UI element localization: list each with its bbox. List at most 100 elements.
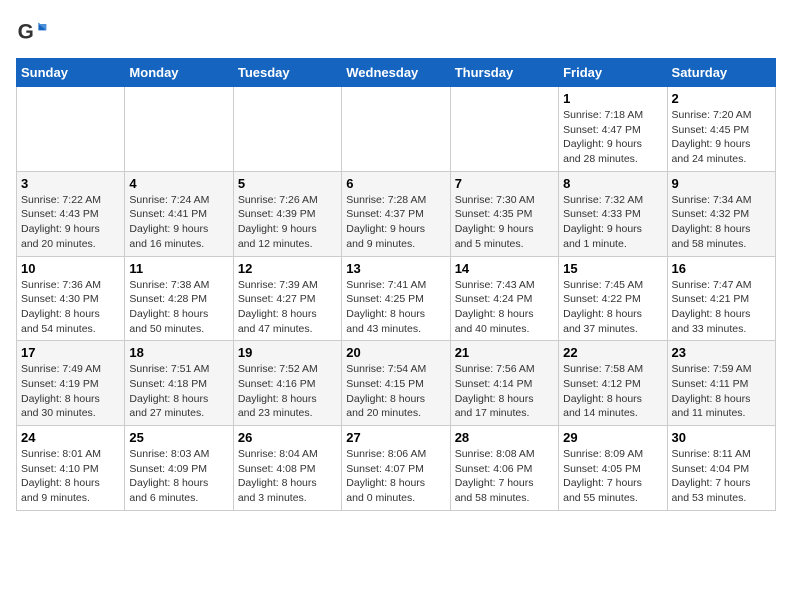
day-number: 27 <box>346 430 445 445</box>
day-info: Sunrise: 7:32 AM Sunset: 4:33 PM Dayligh… <box>563 193 662 252</box>
calendar-cell: 26 Sunrise: 8:04 AM Sunset: 4:08 PM Dayli… <box>233 426 341 511</box>
day-info: Sunrise: 7:43 AM Sunset: 4:24 PM Dayligh… <box>455 278 554 337</box>
day-info: Sunrise: 8:04 AM Sunset: 4:08 PM Dayligh… <box>238 447 337 506</box>
day-info: Sunrise: 7:20 AM Sunset: 4:45 PM Dayligh… <box>672 108 771 167</box>
day-info: Sunrise: 7:51 AM Sunset: 4:18 PM Dayligh… <box>129 362 228 421</box>
calendar-week: 3 Sunrise: 7:22 AM Sunset: 4:43 PM Daylig… <box>17 171 776 256</box>
calendar-cell <box>125 87 233 172</box>
calendar-header: SundayMondayTuesdayWednesdayThursdayFrid… <box>17 59 776 87</box>
weekday-header: Sunday <box>17 59 125 87</box>
day-info: Sunrise: 7:58 AM Sunset: 4:12 PM Dayligh… <box>563 362 662 421</box>
calendar-cell <box>17 87 125 172</box>
day-number: 23 <box>672 345 771 360</box>
calendar-cell: 28 Sunrise: 8:08 AM Sunset: 4:06 PM Dayli… <box>450 426 558 511</box>
day-number: 4 <box>129 176 228 191</box>
day-number: 10 <box>21 261 120 276</box>
day-info: Sunrise: 7:38 AM Sunset: 4:28 PM Dayligh… <box>129 278 228 337</box>
day-number: 28 <box>455 430 554 445</box>
day-number: 26 <box>238 430 337 445</box>
calendar-cell: 19 Sunrise: 7:52 AM Sunset: 4:16 PM Dayli… <box>233 341 341 426</box>
day-number: 14 <box>455 261 554 276</box>
calendar-cell: 7 Sunrise: 7:30 AM Sunset: 4:35 PM Daylig… <box>450 171 558 256</box>
day-number: 18 <box>129 345 228 360</box>
header-row: SundayMondayTuesdayWednesdayThursdayFrid… <box>17 59 776 87</box>
day-info: Sunrise: 7:39 AM Sunset: 4:27 PM Dayligh… <box>238 278 337 337</box>
calendar-cell: 22 Sunrise: 7:58 AM Sunset: 4:12 PM Dayli… <box>559 341 667 426</box>
day-info: Sunrise: 7:41 AM Sunset: 4:25 PM Dayligh… <box>346 278 445 337</box>
weekday-header: Friday <box>559 59 667 87</box>
day-info: Sunrise: 7:30 AM Sunset: 4:35 PM Dayligh… <box>455 193 554 252</box>
day-number: 3 <box>21 176 120 191</box>
day-number: 6 <box>346 176 445 191</box>
day-number: 29 <box>563 430 662 445</box>
day-number: 13 <box>346 261 445 276</box>
day-number: 22 <box>563 345 662 360</box>
day-number: 16 <box>672 261 771 276</box>
day-info: Sunrise: 7:18 AM Sunset: 4:47 PM Dayligh… <box>563 108 662 167</box>
weekday-header: Thursday <box>450 59 558 87</box>
page-header: G <box>16 16 776 48</box>
day-info: Sunrise: 8:09 AM Sunset: 4:05 PM Dayligh… <box>563 447 662 506</box>
calendar-cell: 9 Sunrise: 7:34 AM Sunset: 4:32 PM Daylig… <box>667 171 775 256</box>
calendar-cell: 20Sunrise: 7:54 AM Sunset: 4:15 PM Dayli… <box>342 341 450 426</box>
day-number: 19 <box>238 345 337 360</box>
day-info: Sunrise: 7:28 AM Sunset: 4:37 PM Dayligh… <box>346 193 445 252</box>
calendar-cell: 12Sunrise: 7:39 AM Sunset: 4:27 PM Dayli… <box>233 256 341 341</box>
day-number: 2 <box>672 91 771 106</box>
day-info: Sunrise: 8:01 AM Sunset: 4:10 PM Dayligh… <box>21 447 120 506</box>
calendar-cell: 3 Sunrise: 7:22 AM Sunset: 4:43 PM Daylig… <box>17 171 125 256</box>
calendar-cell: 27 Sunrise: 8:06 AM Sunset: 4:07 PM Dayli… <box>342 426 450 511</box>
calendar-cell <box>233 87 341 172</box>
day-number: 15 <box>563 261 662 276</box>
day-info: Sunrise: 8:03 AM Sunset: 4:09 PM Dayligh… <box>129 447 228 506</box>
day-info: Sunrise: 7:26 AM Sunset: 4:39 PM Dayligh… <box>238 193 337 252</box>
calendar-cell: 25 Sunrise: 8:03 AM Sunset: 4:09 PM Dayli… <box>125 426 233 511</box>
calendar-body: 1 Sunrise: 7:18 AM Sunset: 4:47 PM Daylig… <box>17 87 776 511</box>
day-number: 5 <box>238 176 337 191</box>
calendar-cell: 5 Sunrise: 7:26 AM Sunset: 4:39 PM Daylig… <box>233 171 341 256</box>
day-info: Sunrise: 8:06 AM Sunset: 4:07 PM Dayligh… <box>346 447 445 506</box>
calendar-cell: 13 Sunrise: 7:41 AM Sunset: 4:25 PM Dayli… <box>342 256 450 341</box>
day-info: Sunrise: 7:54 AM Sunset: 4:15 PM Dayligh… <box>346 362 445 421</box>
day-number: 1 <box>563 91 662 106</box>
day-number: 30 <box>672 430 771 445</box>
calendar-week: 24 Sunrise: 8:01 AM Sunset: 4:10 PM Dayli… <box>17 426 776 511</box>
weekday-header: Tuesday <box>233 59 341 87</box>
day-number: 7 <box>455 176 554 191</box>
day-info: Sunrise: 8:11 AM Sunset: 4:04 PM Dayligh… <box>672 447 771 506</box>
calendar-cell: 14 Sunrise: 7:43 AM Sunset: 4:24 PM Dayli… <box>450 256 558 341</box>
day-info: Sunrise: 7:45 AM Sunset: 4:22 PM Dayligh… <box>563 278 662 337</box>
day-number: 24 <box>21 430 120 445</box>
weekday-header: Saturday <box>667 59 775 87</box>
day-number: 9 <box>672 176 771 191</box>
calendar-cell: 1 Sunrise: 7:18 AM Sunset: 4:47 PM Daylig… <box>559 87 667 172</box>
calendar-cell: 15 Sunrise: 7:45 AM Sunset: 4:22 PM Dayli… <box>559 256 667 341</box>
day-number: 8 <box>563 176 662 191</box>
day-number: 25 <box>129 430 228 445</box>
calendar-cell: 23 Sunrise: 7:59 AM Sunset: 4:11 PM Dayli… <box>667 341 775 426</box>
calendar-week: 1 Sunrise: 7:18 AM Sunset: 4:47 PM Daylig… <box>17 87 776 172</box>
calendar-cell: 21 Sunrise: 7:56 AM Sunset: 4:14 PM Dayli… <box>450 341 558 426</box>
day-info: Sunrise: 7:56 AM Sunset: 4:14 PM Dayligh… <box>455 362 554 421</box>
day-info: Sunrise: 7:49 AM Sunset: 4:19 PM Dayligh… <box>21 362 120 421</box>
day-info: Sunrise: 7:34 AM Sunset: 4:32 PM Dayligh… <box>672 193 771 252</box>
day-info: Sunrise: 7:22 AM Sunset: 4:43 PM Dayligh… <box>21 193 120 252</box>
day-info: Sunrise: 7:24 AM Sunset: 4:41 PM Dayligh… <box>129 193 228 252</box>
day-info: Sunrise: 8:08 AM Sunset: 4:06 PM Dayligh… <box>455 447 554 506</box>
day-info: Sunrise: 7:59 AM Sunset: 4:11 PM Dayligh… <box>672 362 771 421</box>
calendar-week: 10 Sunrise: 7:36 AM Sunset: 4:30 PM Dayli… <box>17 256 776 341</box>
logo-icon: G <box>16 16 48 48</box>
calendar-cell: 24 Sunrise: 8:01 AM Sunset: 4:10 PM Dayli… <box>17 426 125 511</box>
calendar-cell: 17 Sunrise: 7:49 AM Sunset: 4:19 PM Dayli… <box>17 341 125 426</box>
calendar-cell: 29 Sunrise: 8:09 AM Sunset: 4:05 PM Dayli… <box>559 426 667 511</box>
day-info: Sunrise: 7:47 AM Sunset: 4:21 PM Dayligh… <box>672 278 771 337</box>
calendar-cell <box>450 87 558 172</box>
weekday-header: Monday <box>125 59 233 87</box>
calendar-cell: 6 Sunrise: 7:28 AM Sunset: 4:37 PM Daylig… <box>342 171 450 256</box>
day-info: Sunrise: 7:36 AM Sunset: 4:30 PM Dayligh… <box>21 278 120 337</box>
calendar-cell: 8 Sunrise: 7:32 AM Sunset: 4:33 PM Daylig… <box>559 171 667 256</box>
svg-text:G: G <box>18 20 34 43</box>
day-info: Sunrise: 7:52 AM Sunset: 4:16 PM Dayligh… <box>238 362 337 421</box>
day-number: 21 <box>455 345 554 360</box>
day-number: 17 <box>21 345 120 360</box>
